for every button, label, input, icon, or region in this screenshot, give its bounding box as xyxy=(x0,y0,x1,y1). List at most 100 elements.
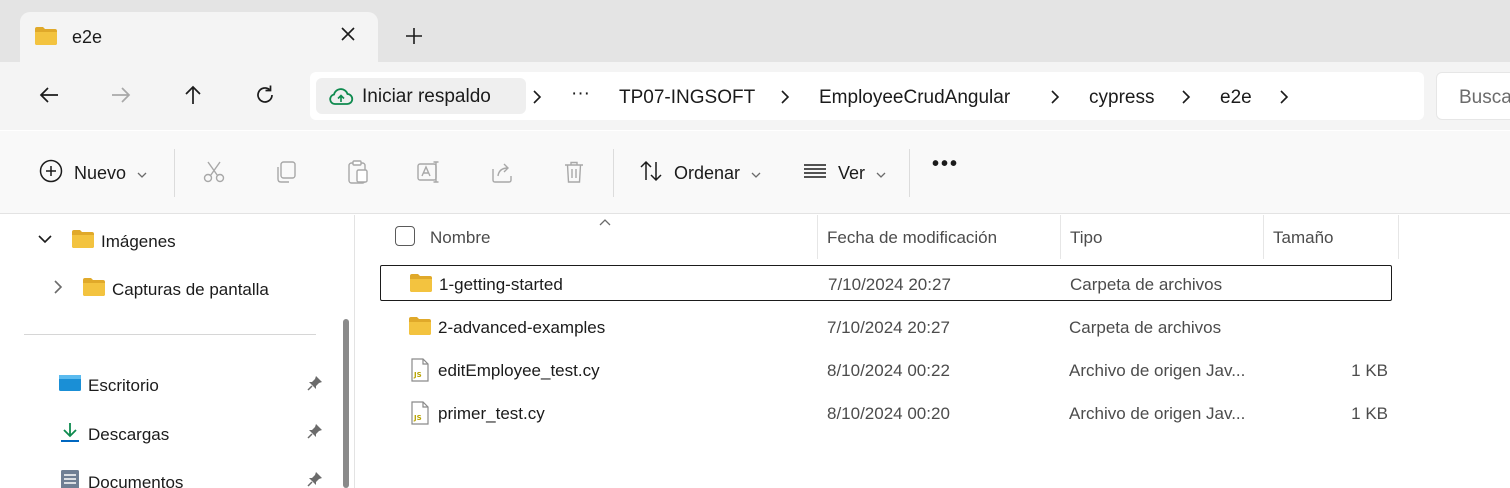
chevron-down-icon[interactable] xyxy=(36,230,54,253)
view-label: Ver xyxy=(838,163,866,183)
file-row-1-getting-started[interactable]: 1-getting-started 7/10/2024 20:27 Carpet… xyxy=(380,265,1392,301)
cut-icon[interactable] xyxy=(201,159,227,185)
paste-icon[interactable] xyxy=(345,159,371,185)
backup-button[interactable]: Iniciar respaldo xyxy=(316,78,526,114)
add-circle-icon xyxy=(38,158,64,189)
sidebar-item-capturas[interactable]: Capturas de pantalla xyxy=(50,277,269,302)
new-button[interactable]: Nuevo xyxy=(38,158,148,189)
pin-icon[interactable] xyxy=(307,375,323,396)
js-file-icon: JS xyxy=(411,358,429,387)
breadcrumb-tp07[interactable]: TP07-INGSOFT xyxy=(619,87,755,109)
new-label: Nuevo xyxy=(74,163,127,183)
file-name: 1-getting-started xyxy=(439,275,563,294)
chevron-right-icon[interactable] xyxy=(778,89,792,105)
tab-title: e2e xyxy=(72,27,103,47)
column-divider[interactable] xyxy=(1263,215,1264,259)
chevron-right-icon[interactable] xyxy=(50,278,66,301)
view-list-icon xyxy=(802,158,828,189)
sidebar-item-label: Descargas xyxy=(88,424,170,444)
copy-icon[interactable] xyxy=(273,159,299,185)
more-options-button[interactable]: ••• xyxy=(932,153,959,176)
column-divider[interactable] xyxy=(1398,215,1399,259)
navigation-pane: Imágenes Capturas de pantalla Escritorio… xyxy=(8,215,355,488)
desktop-icon xyxy=(58,373,82,398)
refresh-icon[interactable] xyxy=(252,82,278,108)
column-header-type[interactable]: Tipo xyxy=(1070,228,1102,248)
file-type: Archivo de origen Jav... xyxy=(1069,404,1246,423)
file-modified: 8/10/2024 00:20 xyxy=(827,404,950,423)
breadcrumb-employeecrudangular[interactable]: EmployeeCrudAngular xyxy=(819,87,1010,109)
download-icon xyxy=(58,421,82,448)
sort-label: Ordenar xyxy=(674,163,741,183)
folder-icon xyxy=(34,26,58,51)
sidebar-item-escritorio[interactable]: Escritorio xyxy=(58,373,159,398)
sidebar-item-label: Imágenes xyxy=(101,231,176,251)
file-modified: 8/10/2024 00:22 xyxy=(827,361,950,380)
pin-icon[interactable] xyxy=(307,471,323,488)
sort-button[interactable]: Ordenar xyxy=(638,158,762,189)
column-header-modified[interactable]: Fecha de modificación xyxy=(827,228,997,248)
sidebar-item-label: Documentos xyxy=(88,472,184,488)
chevron-right-icon[interactable] xyxy=(1277,89,1291,105)
js-file-icon: JS xyxy=(411,401,429,430)
back-arrow-icon[interactable] xyxy=(36,82,62,108)
close-icon[interactable] xyxy=(338,24,358,44)
delete-icon[interactable] xyxy=(561,159,587,185)
sidebar-divider xyxy=(24,334,316,335)
sidebar-item-imagenes[interactable]: Imágenes xyxy=(36,229,176,254)
chevron-right-icon[interactable] xyxy=(530,89,544,105)
column-header-name[interactable]: Nombre xyxy=(430,228,490,248)
file-name: primer_test.cy xyxy=(438,404,545,423)
select-all-checkbox[interactable] xyxy=(395,226,415,246)
sidebar-item-descargas[interactable]: Descargas xyxy=(58,421,169,448)
address-bar[interactable]: Iniciar respaldo ··· TP07-INGSOFT Employ… xyxy=(310,72,1424,120)
search-input[interactable]: Busca xyxy=(1436,72,1510,120)
breadcrumb-overflow[interactable]: ··· xyxy=(571,83,590,105)
file-row-primer-test[interactable]: JS primer_test.cy 8/10/2024 00:20 Archiv… xyxy=(380,395,1392,431)
breadcrumb-e2e[interactable]: e2e xyxy=(1220,87,1252,109)
file-row-editemployee-test[interactable]: JS editEmployee_test.cy 8/10/2024 00:22 … xyxy=(380,352,1392,388)
tab-strip: e2e xyxy=(0,0,1510,62)
share-icon[interactable] xyxy=(489,159,515,185)
file-row-2-advanced-examples[interactable]: 2-advanced-examples 7/10/2024 20:27 Carp… xyxy=(380,309,1392,345)
command-bar: Nuevo Ordenar Ver ••• xyxy=(0,131,1510,214)
documents-icon xyxy=(58,469,82,488)
new-tab-icon[interactable] xyxy=(402,24,426,48)
column-header-size[interactable]: Tamaño xyxy=(1273,228,1333,248)
rename-icon[interactable] xyxy=(416,159,442,185)
file-size: 1 KB xyxy=(1351,404,1388,423)
chevron-down-icon xyxy=(750,164,762,184)
file-list: Nombre Fecha de modificación Tipo Tamaño… xyxy=(356,215,1510,488)
forward-arrow-icon[interactable] xyxy=(108,82,134,108)
chevron-down-icon xyxy=(875,164,887,184)
tab-e2e[interactable]: e2e xyxy=(20,12,378,62)
file-modified: 7/10/2024 20:27 xyxy=(827,318,950,337)
column-divider[interactable] xyxy=(817,215,818,259)
chevron-right-icon[interactable] xyxy=(1048,89,1062,105)
file-type: Archivo de origen Jav... xyxy=(1069,361,1246,380)
file-type: Carpeta de archivos xyxy=(1070,275,1223,294)
sidebar-scrollbar[interactable] xyxy=(343,319,349,488)
svg-text:JS: JS xyxy=(413,371,422,379)
file-modified: 7/10/2024 20:27 xyxy=(828,275,951,294)
sidebar-item-label: Capturas de pantalla xyxy=(112,279,269,299)
pin-icon[interactable] xyxy=(307,423,323,444)
view-button[interactable]: Ver xyxy=(802,158,887,189)
sidebar-item-label: Escritorio xyxy=(88,375,159,395)
more-icon: ••• xyxy=(932,153,960,175)
breadcrumb-cypress[interactable]: cypress xyxy=(1089,87,1154,109)
cloud-backup-icon xyxy=(328,86,354,114)
folder-icon xyxy=(408,316,432,341)
command-separator xyxy=(174,149,175,197)
column-divider[interactable] xyxy=(1060,215,1061,259)
up-arrow-icon[interactable] xyxy=(180,82,206,108)
search-placeholder: Busca xyxy=(1459,87,1510,108)
sort-ascending-icon xyxy=(598,213,612,233)
chevron-right-icon[interactable] xyxy=(1179,89,1193,105)
file-size: 1 KB xyxy=(1351,361,1388,380)
backup-label: Iniciar respaldo xyxy=(362,86,491,107)
sidebar-item-documentos[interactable]: Documentos xyxy=(58,469,183,488)
folder-icon xyxy=(82,277,106,302)
file-name: 2-advanced-examples xyxy=(438,318,606,337)
file-type: Carpeta de archivos xyxy=(1069,318,1222,337)
